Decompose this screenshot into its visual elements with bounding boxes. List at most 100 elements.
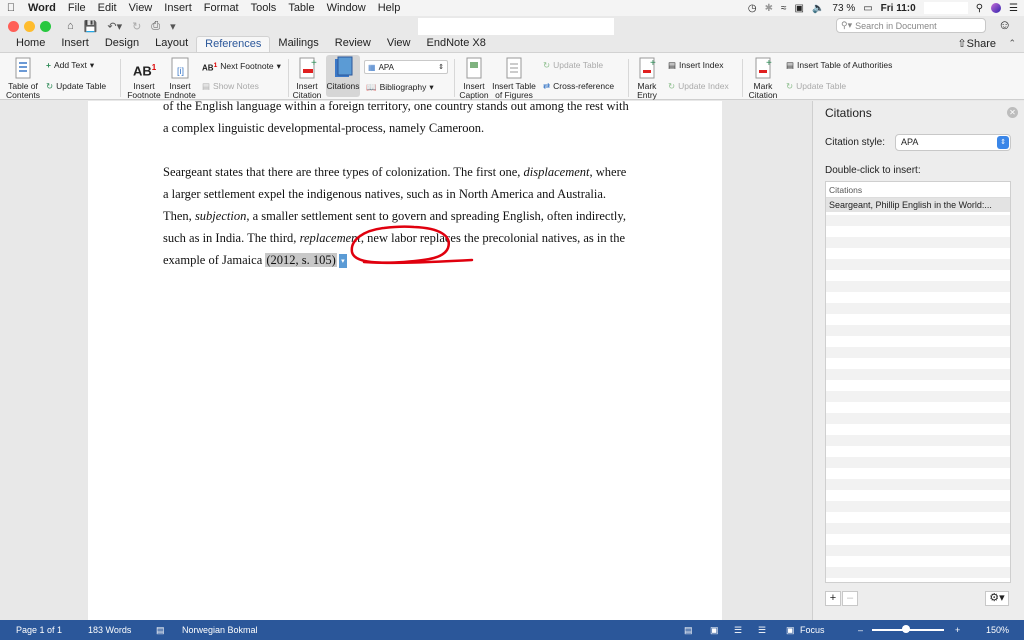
update-table-button[interactable]: ↻ Update Table [46,82,106,91]
word-count[interactable]: 183 Words [88,625,131,635]
page-count[interactable]: Page 1 of 1 [16,625,62,635]
tab-review[interactable]: Review [327,36,379,52]
tab-view[interactable]: View [379,36,419,52]
citation-style-select[interactable]: APA ⇕ [895,134,1011,151]
menu-format[interactable]: Format [198,2,245,14]
insert-table-of-figures-button[interactable]: Insert Table of Figures [492,56,536,100]
battery-icon[interactable]: ▭ [863,3,872,14]
zoom-window-button[interactable] [40,20,51,32]
add-text-button[interactable]: + Add Text ▾ [46,61,94,70]
ribbon-style-value: APA [378,62,394,72]
search-icon: ⚲▾ [841,20,853,30]
zoom-level[interactable]: 150% [986,625,1009,635]
menu-window[interactable]: Window [321,2,372,14]
cross-reference-button[interactable]: ⇄ Cross-reference [543,82,614,91]
minimize-window-button[interactable] [24,20,35,32]
add-citation-button[interactable]: + [825,591,841,606]
airplay-icon[interactable]: ▣ [795,3,804,14]
zoom-slider-thumb[interactable] [901,625,910,633]
update-table-figures-button[interactable]: ↻ Update Table [543,61,603,70]
insert-endnote-label2: Endnote [164,90,196,100]
web-layout-icon[interactable]: ▣ [710,625,719,636]
notification-center-icon[interactable]: ☰ [1009,3,1018,14]
chevron-up-icon[interactable]: ⌃ [1008,38,1016,49]
menu-table[interactable]: Table [282,2,320,14]
undo-icon[interactable]: ↶▾ [107,20,122,33]
next-footnote-button[interactable]: AB1 Next Footnote ▾ [202,61,281,73]
insert-caption-icon [463,56,485,80]
citations-list[interactable]: Citations Seargeant, Phillip English in … [825,181,1011,583]
citation-field[interactable]: (2012, s. 105) [265,253,337,267]
close-icon[interactable]: ✕ [1007,107,1018,118]
tab-home[interactable]: Home [8,36,53,52]
menu-edit[interactable]: Edit [92,2,123,14]
save-icon[interactable]: 💾 [84,20,98,33]
focus-label[interactable]: Focus [800,625,825,635]
bibliography-button[interactable]: 📖 Bibliography ▾ [366,83,434,92]
text-run: Then, [163,209,195,223]
print-icon[interactable]: ⎙ [151,20,160,33]
siri-icon[interactable] [991,3,1002,13]
bluetooth-icon[interactable]: ✱ [765,3,773,14]
outline-view-icon[interactable]: ☰ [734,625,742,636]
wifi-icon[interactable]: ≈ [781,3,787,14]
menu-view[interactable]: View [123,2,159,14]
customize-toolbar-icon[interactable]: ▾ [170,20,176,33]
home-icon[interactable]: ⌂ [67,20,74,33]
remove-citation-button[interactable]: – [842,591,858,606]
time-machine-icon[interactable]: ◷ [748,3,757,14]
tab-design[interactable]: Design [97,36,147,52]
menu-tools[interactable]: Tools [245,2,283,14]
citations-button[interactable]: Citations [326,55,360,97]
close-window-button[interactable] [8,20,19,32]
tab-mailings[interactable]: Mailings [270,36,326,52]
ribbon-style-select[interactable]: ▦ APA ⇕ [364,60,448,74]
insert-table-of-authorities-button[interactable]: ▤ Insert Table of Authorities [786,61,892,70]
menu-file[interactable]: File [62,2,92,14]
tab-references[interactable]: References [196,36,271,52]
feedback-smiley-icon[interactable]: ☺ [998,17,1011,32]
language-label[interactable]: Norwegian Bokmal [182,625,258,635]
cross-reference-icon: ⇄ [543,81,551,91]
svg-text:[i]: [i] [177,66,184,76]
list-item[interactable]: Seargeant, Phillip English in the World:… [826,198,1010,212]
mark-citation-button[interactable]: + Mark Citation [746,56,780,100]
show-notes-button[interactable]: ▤ Show Notes [202,82,259,91]
battery-percent[interactable]: 73 % [832,3,855,14]
tab-insert[interactable]: Insert [53,36,97,52]
print-layout-icon[interactable]: ▤ [684,625,693,636]
redo-icon[interactable]: ↻ [132,20,141,33]
menu-help[interactable]: Help [372,2,407,14]
search-field[interactable]: ⚲▾ Search in Document [836,18,986,33]
spotlight-icon[interactable]: ⚲ [976,3,983,14]
insert-citation-button[interactable]: + Insert Citation [290,56,324,100]
menu-clock[interactable]: Fri 11:0 [881,3,916,14]
tab-endnote[interactable]: EndNote X8 [419,36,494,52]
tab-layout[interactable]: Layout [147,36,196,52]
draft-view-icon[interactable]: ☰ [758,625,766,636]
document-page[interactable]: of the English language within a foreign… [88,101,722,620]
svg-text:+: + [650,58,656,69]
volume-icon[interactable]: 🔈 [812,3,824,14]
zoom-in-icon[interactable]: + [955,625,960,635]
menu-insert[interactable]: Insert [158,2,198,14]
apple-icon[interactable]:  [0,2,22,14]
focus-icon[interactable]: ▣ [786,625,795,636]
insert-endnote-button[interactable]: [i] Insert Endnote [164,56,196,100]
share-button[interactable]: ⇧Share [957,37,996,50]
table-of-contents-button[interactable]: Table of Contents [4,56,42,100]
paragraph-line: Then, subjection, a smaller settlement s… [163,205,626,227]
insert-caption-button[interactable]: Insert Caption [458,56,490,100]
zoom-out-icon[interactable]: – [858,625,863,635]
menu-app-name[interactable]: Word [22,2,62,14]
insert-index-button[interactable]: ▤ Insert Index [668,61,723,70]
proofing-icon[interactable]: ▤ [156,625,165,636]
update-table-authorities-button[interactable]: ↻ Update Table [786,82,846,91]
mark-entry-button[interactable]: + Mark Entry [632,56,662,100]
paragraph-line: of the English language within a foreign… [163,101,629,113]
updown-icon: ⇕ [438,64,444,71]
insert-footnote-button[interactable]: AB1 Insert Footnote [126,56,162,100]
update-index-button[interactable]: ↻ Update Index [668,82,729,91]
gear-icon[interactable]: ⚙▾ [985,591,1009,606]
citation-dropdown-button[interactable]: ▾ [338,254,347,269]
